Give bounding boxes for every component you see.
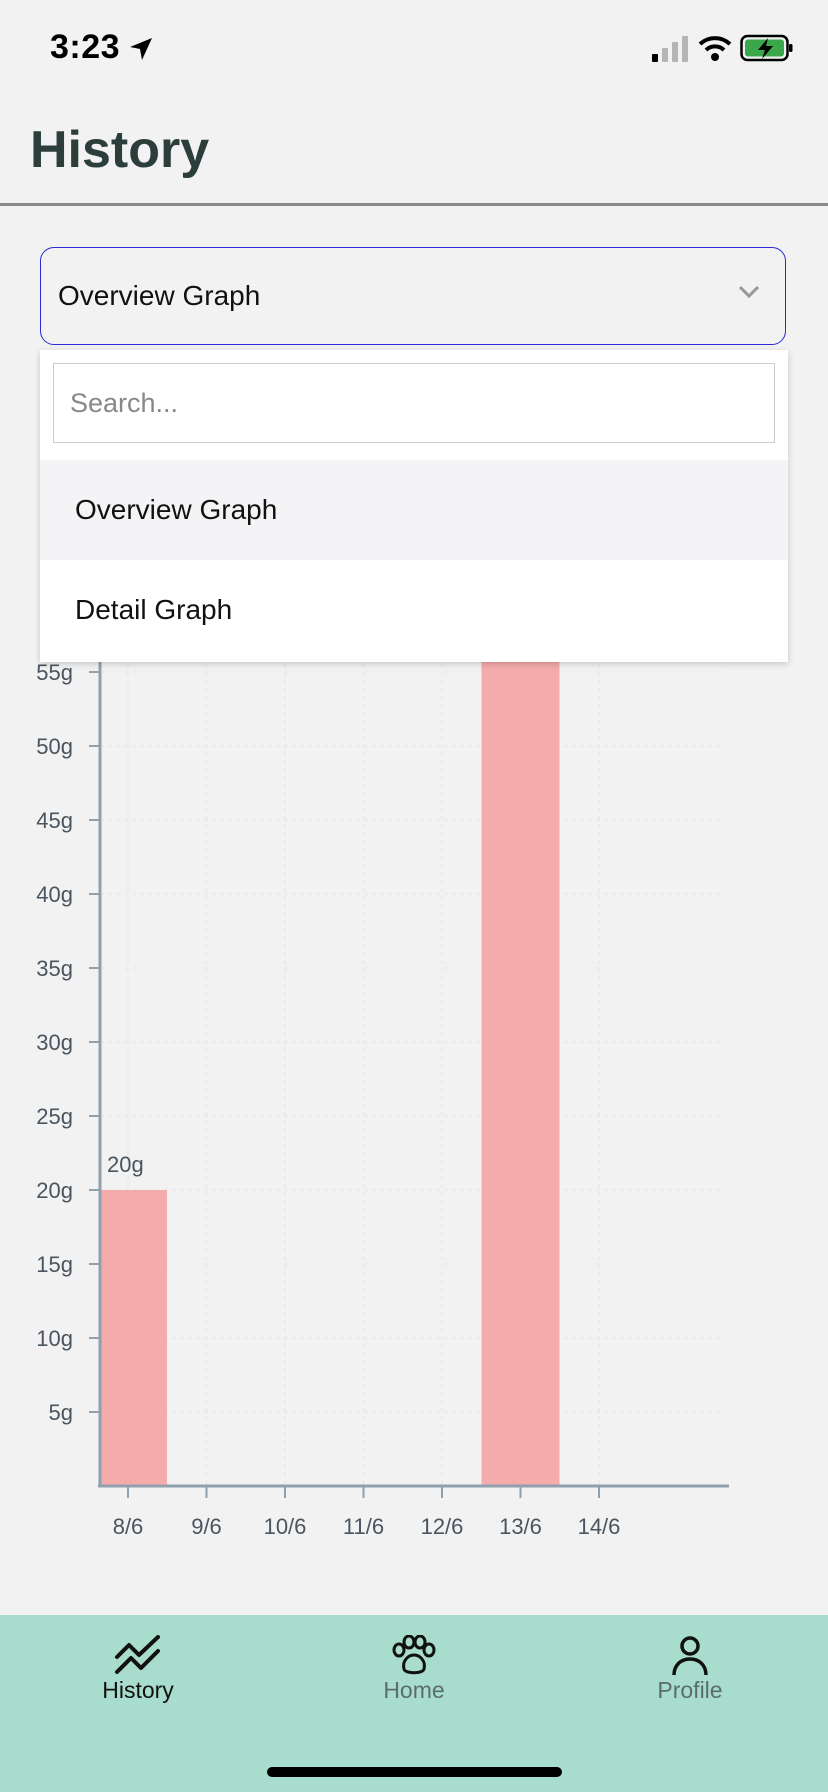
page-title: History — [30, 121, 210, 179]
bottom-tab-bar: History Home Profile — [0, 1615, 828, 1792]
y-tick-label: 15g — [36, 1252, 73, 1277]
x-tick-label: 13/6 — [499, 1514, 542, 1539]
chart-x-ticks: 8/6 9/6 10/6 11/6 12/6 13/6 14/6 — [113, 1486, 621, 1539]
x-tick-label: 11/6 — [343, 1514, 384, 1539]
y-tick-label: 35g — [36, 956, 73, 981]
y-tick-label: 20g — [36, 1178, 73, 1203]
y-tick-label: 45g — [36, 808, 73, 833]
trend-chart-icon — [115, 1635, 160, 1674]
y-tick-label: 30g — [36, 1030, 73, 1055]
chevron-down-icon[interactable] — [737, 284, 761, 300]
bar-data-label: 20g — [107, 1152, 144, 1177]
tab-label-home: Home — [383, 1677, 445, 1703]
option-detail-graph[interactable]: Detail Graph — [40, 560, 788, 660]
y-tick-label: 25g — [36, 1104, 73, 1129]
bar-8-6 — [100, 1190, 167, 1486]
tab-history[interactable]: History — [38, 1615, 238, 1725]
wifi-icon — [698, 36, 732, 61]
status-bar: 3:23 — [0, 0, 828, 100]
y-tick-label: 50g — [36, 734, 73, 759]
home-indicator — [267, 1767, 562, 1777]
y-tick-label: 40g — [36, 882, 73, 907]
search-input[interactable] — [53, 363, 775, 443]
cellular-signal-icon — [652, 36, 688, 62]
x-tick-label: 14/6 — [578, 1514, 621, 1539]
status-time: 3:23 — [50, 28, 121, 66]
y-tick-label: 5g — [49, 1400, 73, 1425]
y-tick-label: 55g — [36, 660, 73, 685]
select-value: Overview Graph — [58, 280, 261, 311]
graph-select-dropdown: Overview Graph Detail Graph — [40, 350, 788, 662]
x-tick-label: 8/6 — [113, 1514, 144, 1539]
tab-label-profile: Profile — [657, 1677, 723, 1703]
x-tick-label: 12/6 — [421, 1514, 464, 1539]
location-arrow-icon — [130, 38, 152, 60]
tab-home[interactable]: Home — [314, 1615, 514, 1725]
battery-charging-icon — [740, 34, 793, 62]
paw-icon — [392, 1635, 436, 1675]
header-divider — [0, 203, 828, 206]
option-overview-graph[interactable]: Overview Graph — [40, 460, 788, 560]
graph-type-select[interactable]: Overview Graph — [40, 247, 786, 345]
tab-label-history: History — [102, 1677, 174, 1703]
x-tick-label: 10/6 — [264, 1514, 307, 1539]
tab-profile[interactable]: Profile — [590, 1615, 790, 1725]
y-tick-label: 10g — [36, 1326, 73, 1351]
person-icon — [672, 1636, 708, 1676]
x-tick-label: 9/6 — [191, 1514, 222, 1539]
